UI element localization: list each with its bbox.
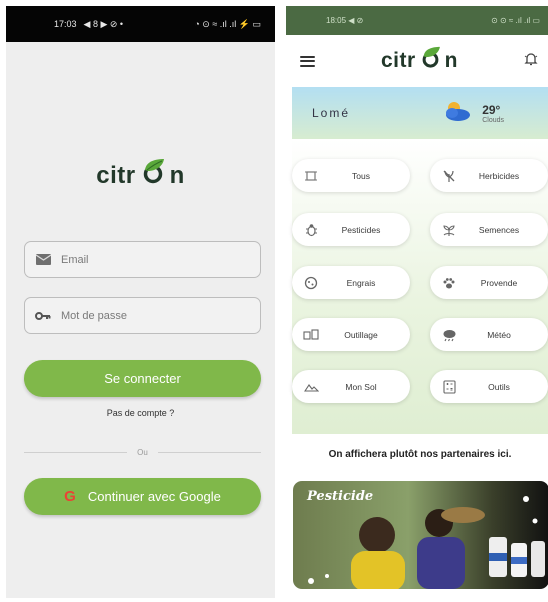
mail-icon [35,253,51,267]
status-right-icons: ◔ ⊙ ≈ .ıl .ıl ⚡ ▭ [194,18,261,29]
category-pesticides[interactable]: Pesticides [292,213,410,246]
signup-link[interactable]: Pas de compte ? [6,408,275,418]
soil-icon [302,379,320,395]
banner-title: Pesticide [307,489,374,504]
sprout-icon [440,222,458,238]
partners-placeholder-text: On affichera plutôt nos partenaires ici. [328,449,512,460]
email-field[interactable]: Email [24,241,261,278]
category-grid: Tous Herbicides Pesticides Semences Engr… [292,139,548,434]
category-outillage[interactable]: Outillage [292,318,410,351]
grid-icon [302,168,320,184]
tools-icon [302,327,320,343]
no-weed-icon [440,168,458,184]
notification-bell-icon[interactable] [524,52,538,71]
or-divider: Ou [24,446,262,458]
weather-card[interactable]: Lomé 29° Clouds [292,87,548,139]
category-tous[interactable]: Tous [292,159,410,192]
google-icon: G [64,488,76,505]
weather-city: Lomé [312,106,351,120]
login-screen: 17:03 ◀ 8 ▶ ⊘ • ◔ ⊙ ≈ .ıl .ıl ⚡ ▭ citr n [6,6,275,598]
password-field[interactable]: Mot de passe [24,297,261,334]
app-bar: citr n [286,35,548,87]
menu-icon[interactable] [300,55,315,67]
category-herbicides[interactable]: Herbicides [430,159,548,192]
bug-icon [302,222,320,238]
category-semences[interactable]: Semences [430,213,548,246]
key-icon [35,309,51,323]
category-provende[interactable]: Provende [430,266,548,299]
home-screen: 18:05 ◀ ⊘ ⊙ ⊙ ≈ .ıl .ıl ▭ citr n Lomé 29… [286,6,548,598]
password-placeholder: Mot de passe [61,309,128,322]
email-placeholder: Email [61,253,89,266]
google-signin-button[interactable]: G Continuer avec Google [24,478,261,515]
category-meteo[interactable]: Météo [430,318,548,351]
calculator-icon [440,379,458,395]
weather-temp: 29° Clouds [482,102,504,124]
status-time-left: 18:05 ◀ ⊘ [326,16,364,25]
category-engrais[interactable]: Engrais [292,266,410,299]
status-left-icons: ◀ 8 ▶ ⊘ • [83,18,124,29]
status-right-icons: ⊙ ⊙ ≈ .ıl .ıl ▭ [491,16,540,25]
app-logo: citr n [6,158,275,193]
cloud-sun-icon [442,100,472,127]
category-outils[interactable]: Outils [430,370,548,403]
app-logo: citr n [381,46,458,76]
fertilizer-icon [302,275,320,291]
category-mon-sol[interactable]: Mon Sol [292,370,410,403]
status-bar: 18:05 ◀ ⊘ ⊙ ⊙ ≈ .ıl .ıl ▭ [286,6,548,35]
status-bar: 17:03 ◀ 8 ▶ ⊘ • ◔ ⊙ ≈ .ıl .ıl ⚡ ▭ [6,6,275,42]
paw-icon [440,275,458,291]
leaf-o-icon [416,46,445,76]
status-time: 17:03 [54,19,77,29]
promo-banner[interactable]: Pesticide [293,481,548,589]
login-button[interactable]: Se connecter [24,360,261,397]
leaf-o-icon [136,158,170,193]
cloud-rain-icon [440,327,458,343]
